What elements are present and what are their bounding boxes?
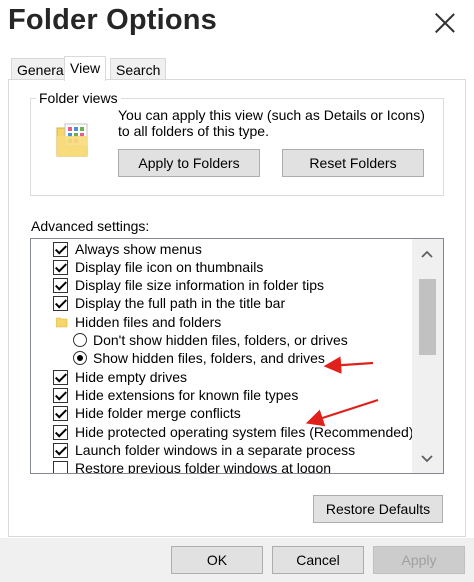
tab-search[interactable]: Search — [110, 58, 167, 80]
list-item-label: Display file icon on thumbnails — [75, 259, 264, 275]
list-item-label: Show hidden files, folders, and drives — [93, 350, 325, 366]
advanced-settings-list[interactable]: Always show menus Display file icon on t… — [30, 238, 444, 474]
tab-view[interactable]: View — [64, 56, 107, 81]
folder-views-label: Folder views — [36, 90, 121, 106]
list-item-label: Always show menus — [75, 241, 202, 257]
list-item-label: Display the full path in the title bar — [75, 295, 286, 311]
list-item-label: Hidden files and folders — [75, 314, 222, 330]
ok-button[interactable]: OK — [171, 546, 263, 574]
checkbox[interactable] — [53, 278, 68, 293]
reset-folders-button[interactable]: Reset Folders — [282, 149, 424, 177]
checkbox[interactable] — [53, 296, 68, 311]
checkbox[interactable] — [53, 242, 68, 257]
list-item-label: Display file size information in folder … — [75, 277, 324, 293]
radio-button[interactable] — [73, 351, 87, 365]
checkbox[interactable] — [53, 406, 68, 421]
checkbox[interactable] — [53, 443, 68, 458]
folder-icon — [56, 317, 68, 328]
checkbox[interactable] — [53, 388, 68, 403]
list-item-label: Don't show hidden files, folders, or dri… — [93, 332, 348, 348]
list-item-label: Hide extensions for known file types — [75, 387, 299, 403]
close-icon[interactable] — [434, 12, 456, 34]
cancel-button[interactable]: Cancel — [272, 546, 364, 574]
checkbox[interactable] — [53, 425, 68, 440]
checkbox[interactable] — [53, 260, 68, 275]
scrollbar-thumb[interactable] — [419, 279, 436, 355]
list-item-label: Hide empty drives — [75, 369, 188, 385]
checkbox[interactable] — [53, 461, 68, 473]
radio-button[interactable] — [73, 333, 87, 347]
list-item-label: Hide folder merge conflicts — [75, 405, 241, 421]
apply-button[interactable]: Apply — [373, 546, 465, 574]
advanced-settings-label: Advanced settings: — [31, 218, 150, 234]
list-item-label: Launch folder windows in a separate proc… — [75, 442, 356, 458]
restore-defaults-button[interactable]: Restore Defaults — [313, 495, 443, 523]
checkbox[interactable] — [53, 370, 68, 385]
folder-views-icon — [56, 123, 88, 157]
list-item-label: Hide protected operating system files (R… — [75, 424, 414, 440]
chevron-up-icon[interactable] — [419, 247, 435, 263]
window-title: Folder Options — [8, 4, 218, 36]
apply-to-folders-button[interactable]: Apply to Folders — [118, 149, 260, 177]
list-item-label: Restore previous folder windows at logon — [75, 460, 332, 474]
vertical-scrollbar[interactable] — [412, 239, 443, 473]
folder-views-description: You can apply this view (such as Details… — [118, 107, 425, 139]
chevron-down-icon[interactable] — [419, 450, 435, 466]
